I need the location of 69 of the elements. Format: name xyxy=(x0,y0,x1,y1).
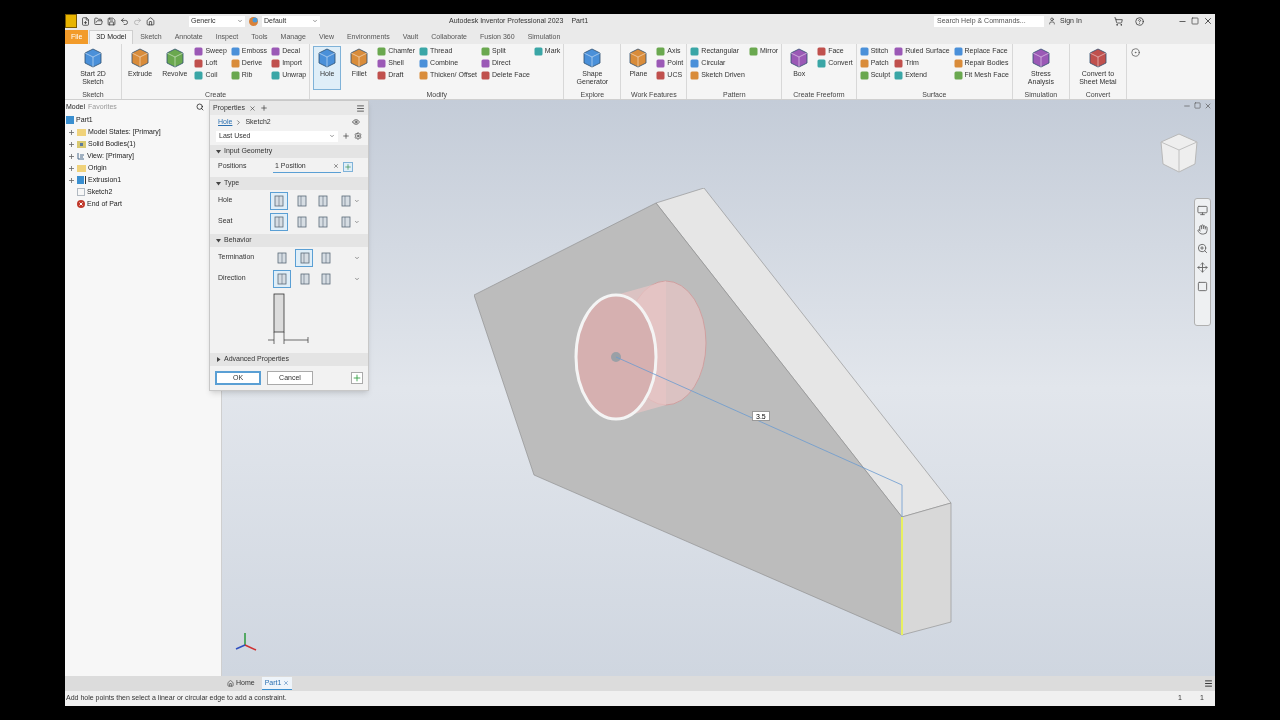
option-button[interactable] xyxy=(295,248,313,267)
expand-icon[interactable] xyxy=(69,165,74,171)
dropdown-icon[interactable] xyxy=(354,275,360,282)
tool-icon xyxy=(627,47,650,69)
tool-icon xyxy=(748,46,758,56)
tool-icon xyxy=(348,47,371,69)
tool-icon xyxy=(1086,47,1109,69)
tool-icon xyxy=(316,47,339,69)
section-toggle-icon[interactable] xyxy=(216,357,221,362)
user-icon xyxy=(1048,17,1056,25)
tool-icon xyxy=(129,47,152,69)
bodies-icon xyxy=(77,140,86,148)
extrusion-icon xyxy=(77,176,86,184)
appearance-icon[interactable] xyxy=(249,16,258,26)
caret-icon xyxy=(237,18,243,24)
caret-icon xyxy=(312,18,318,24)
open-folder-icon[interactable] xyxy=(94,16,103,26)
zoom-icon[interactable] xyxy=(1197,243,1208,254)
close-icon[interactable] xyxy=(248,104,256,112)
add-icon[interactable] xyxy=(259,104,268,112)
chevron-icon xyxy=(235,118,243,126)
app-logo-icon[interactable] xyxy=(65,14,77,28)
menu-icon[interactable] xyxy=(356,103,365,113)
home-icon xyxy=(227,680,234,687)
cart-icon[interactable] xyxy=(1114,16,1123,26)
home-icon[interactable] xyxy=(146,16,155,26)
orbit-icon[interactable] xyxy=(1197,262,1208,273)
option-button[interactable] xyxy=(273,269,291,288)
settings-icon[interactable] xyxy=(354,132,362,140)
option-button[interactable] xyxy=(270,212,289,231)
section-toggle-icon[interactable] xyxy=(216,149,221,154)
menu-icon[interactable] xyxy=(1204,679,1213,688)
tool-icon xyxy=(581,47,604,69)
tool-icon xyxy=(163,47,186,69)
tool-icon xyxy=(82,47,104,69)
help-icon[interactable] xyxy=(1135,16,1144,26)
section-toggle-icon[interactable] xyxy=(216,181,221,186)
maximize-icon[interactable] xyxy=(1194,102,1201,109)
dropdown-icon[interactable] xyxy=(354,218,360,225)
folder-icon xyxy=(77,128,86,136)
save-icon[interactable] xyxy=(107,16,116,26)
add-position-icon[interactable] xyxy=(343,161,353,172)
expand-icon[interactable] xyxy=(69,153,74,159)
search-icon[interactable] xyxy=(196,103,204,111)
apply-icon[interactable] xyxy=(351,372,363,384)
part-icon xyxy=(66,116,74,124)
sketch-icon xyxy=(77,188,85,196)
folder-icon xyxy=(77,164,86,172)
clear-icon[interactable] xyxy=(333,163,339,169)
undo-icon[interactable] xyxy=(120,16,129,26)
expand-icon[interactable] xyxy=(69,177,74,183)
close-icon[interactable] xyxy=(1203,16,1213,26)
expand-icon[interactable] xyxy=(69,141,74,147)
dropdown-icon[interactable] xyxy=(354,197,360,204)
pan-icon[interactable] xyxy=(1197,224,1208,235)
add-icon[interactable] xyxy=(342,132,350,140)
caret-icon xyxy=(329,133,335,139)
expand-icon[interactable] xyxy=(1130,48,1140,57)
option-button[interactable] xyxy=(270,191,289,210)
tool-icon xyxy=(1029,47,1052,69)
tool-icon xyxy=(533,46,543,56)
new-file-icon[interactable] xyxy=(81,16,90,26)
section-toggle-icon[interactable] xyxy=(216,238,221,243)
visibility-icon[interactable] xyxy=(352,118,360,126)
dropdown-icon[interactable] xyxy=(354,254,360,261)
tool-icon xyxy=(788,47,811,69)
restore-icon[interactable] xyxy=(1191,17,1199,25)
expand-icon[interactable] xyxy=(69,129,74,135)
end-of-part-icon xyxy=(77,200,85,208)
